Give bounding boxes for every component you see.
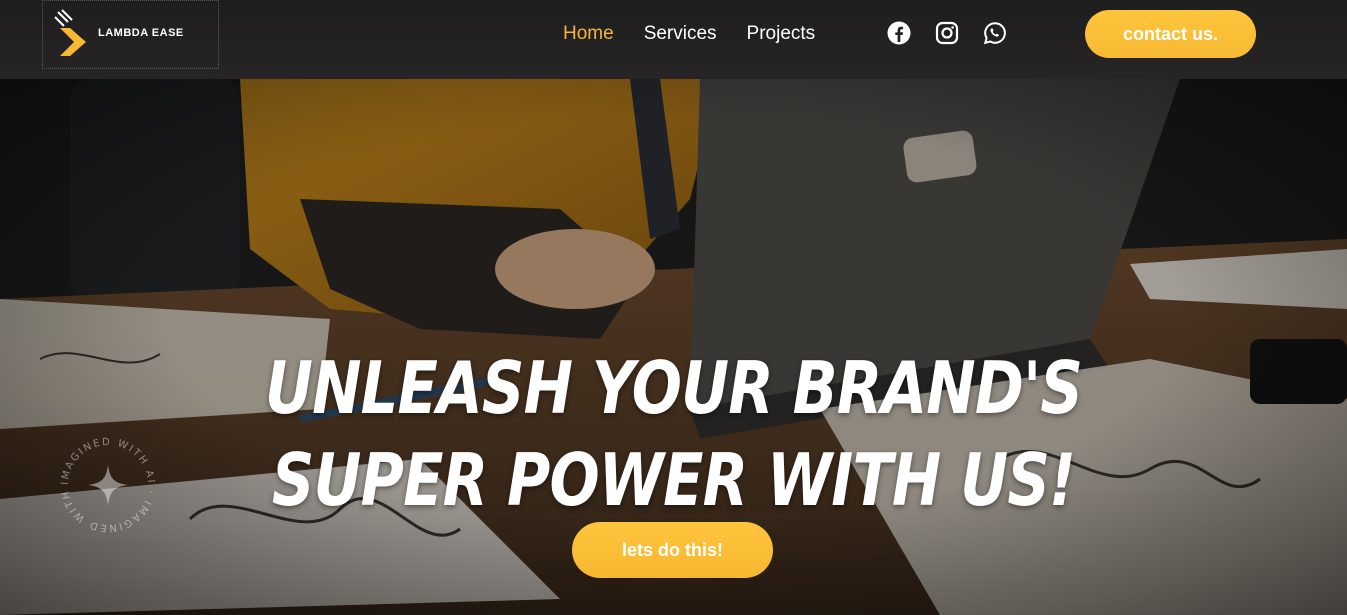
top-header: LAMBDA EASE Home Services Projects conta… xyxy=(0,0,1347,79)
social-links xyxy=(887,21,1007,45)
nav-home[interactable]: Home xyxy=(563,22,614,46)
whatsapp-icon[interactable] xyxy=(983,21,1007,45)
hero-headline: Unleash your brand's super power with us… xyxy=(121,342,1226,526)
contact-button[interactable]: contact us. xyxy=(1085,10,1256,58)
main-nav: Home Services Projects xyxy=(563,22,845,46)
hero-headline-line2: super power with us! xyxy=(271,438,1076,523)
nav-services[interactable]: Services xyxy=(644,22,717,46)
logo[interactable]: LAMBDA EASE xyxy=(42,0,219,69)
logo-text: LAMBDA EASE xyxy=(98,27,184,39)
facebook-icon[interactable] xyxy=(887,21,911,45)
instagram-icon[interactable] xyxy=(935,21,959,45)
lets-do-this-button[interactable]: lets do this! xyxy=(572,522,773,578)
hero-headline-line1: Unleash your brand's xyxy=(264,346,1083,431)
lambda-logo-icon xyxy=(54,9,86,56)
nav-projects[interactable]: Projects xyxy=(747,22,816,46)
hero-section: IMAGINED WITH AI · IMAGINED WITH AI · Un… xyxy=(0,79,1347,615)
